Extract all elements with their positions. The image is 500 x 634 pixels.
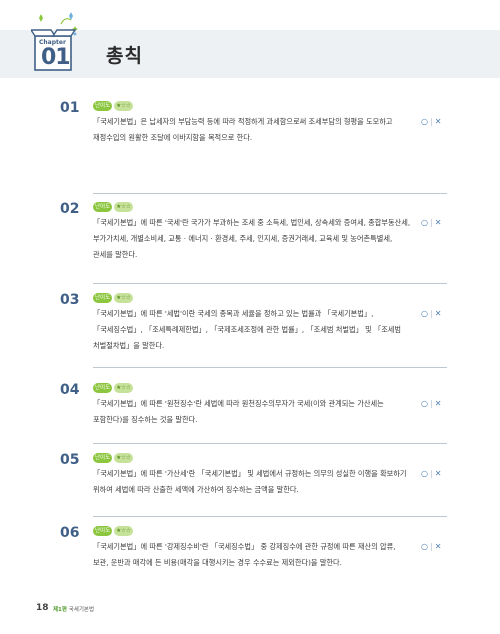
x-choice[interactable]: ✕	[435, 399, 443, 408]
ox-separator: |	[429, 399, 434, 408]
ox-separator: |	[429, 117, 434, 126]
ox-answer-choice[interactable]: ○|✕	[421, 539, 442, 555]
question-text: 「국세기본법」에 따른 '가산세'란 「국세기본법」 및 세법에서 규정하는 의…	[93, 469, 407, 494]
question-number: 03	[60, 292, 80, 308]
divider	[93, 283, 447, 284]
difficulty-stars: ★☆☆	[114, 101, 133, 111]
difficulty-tag: 난이도 ★☆☆	[93, 526, 133, 536]
ox-separator: |	[429, 218, 434, 227]
question-text: 「국세기본법」에 따른 '세법'이란 국세의 종목과 세율을 정하고 있는 법률…	[93, 309, 402, 350]
divider	[93, 516, 447, 517]
ox-separator: |	[429, 469, 434, 478]
page-number: 18	[36, 603, 49, 613]
chapter-number: 01	[41, 45, 71, 70]
o-choice[interactable]: ○	[421, 218, 429, 227]
x-choice[interactable]: ✕	[435, 218, 443, 227]
question-text: 「국세기본법」에 따른 '강제징수비'란 「국세징수법」 중 강제징수에 관한 …	[93, 542, 396, 567]
difficulty-stars: ★☆☆	[114, 202, 133, 212]
ox-answer-choice[interactable]: ○|✕	[421, 466, 442, 482]
ox-answer-choice[interactable]: ○|✕	[421, 396, 442, 412]
difficulty-label: 난이도	[93, 293, 113, 303]
difficulty-tag: 난이도 ★☆☆	[93, 293, 133, 303]
difficulty-stars: ★☆☆	[114, 293, 133, 303]
difficulty-stars: ★☆☆	[114, 383, 133, 393]
ox-answer-choice[interactable]: ○|✕	[421, 215, 442, 231]
question-number: 01	[60, 100, 80, 116]
ox-answer-choice[interactable]: ○|✕	[421, 114, 442, 130]
o-choice[interactable]: ○	[421, 309, 429, 318]
divider	[93, 193, 447, 194]
divider	[93, 367, 447, 368]
question-text: 「국세기본법」에 따른 '원천징수'란 세법에 따라 원천징수의무자가 국세(이…	[93, 399, 384, 424]
difficulty-label: 난이도	[93, 526, 113, 536]
difficulty-stars: ★☆☆	[114, 453, 133, 463]
chapter-title: 총칙	[106, 45, 143, 67]
difficulty-tag: 난이도 ★☆☆	[93, 202, 133, 212]
o-choice[interactable]: ○	[421, 469, 429, 478]
footer-part: 제1편	[53, 607, 67, 613]
x-choice[interactable]: ✕	[435, 309, 443, 318]
question-number: 05	[60, 452, 80, 468]
o-choice[interactable]: ○	[421, 399, 429, 408]
footer-section-title: 국세기본법	[68, 607, 95, 613]
o-choice[interactable]: ○	[421, 542, 429, 551]
question-number: 02	[60, 201, 80, 217]
o-choice[interactable]: ○	[421, 117, 429, 126]
difficulty-label: 난이도	[93, 453, 113, 463]
footer-section: 제1편 국세기본법	[53, 605, 94, 613]
difficulty-tag: 난이도 ★☆☆	[93, 453, 133, 463]
divider	[93, 443, 447, 444]
ox-separator: |	[429, 309, 434, 318]
difficulty-label: 난이도	[93, 383, 113, 393]
difficulty-label: 난이도	[93, 101, 113, 111]
x-choice[interactable]: ✕	[435, 542, 443, 551]
x-choice[interactable]: ✕	[435, 117, 443, 126]
question-text: 「국세기본법」에 따른 '국세'란 국가가 부과하는 조세 중 소득세, 법인세…	[93, 218, 411, 259]
ox-separator: |	[429, 542, 434, 551]
difficulty-tag: 난이도 ★☆☆	[93, 383, 133, 393]
difficulty-stars: ★☆☆	[114, 526, 133, 536]
x-choice[interactable]: ✕	[435, 469, 443, 478]
question-number: 06	[60, 525, 80, 541]
ox-answer-choice[interactable]: ○|✕	[421, 306, 442, 322]
question-text: 「국세기본법」은 납세자의 부담능력 등에 따라 적정하게 과세함으로써 조세부…	[93, 117, 393, 142]
difficulty-label: 난이도	[93, 202, 113, 212]
question-number: 04	[60, 382, 80, 398]
difficulty-tag: 난이도 ★☆☆	[93, 101, 133, 111]
